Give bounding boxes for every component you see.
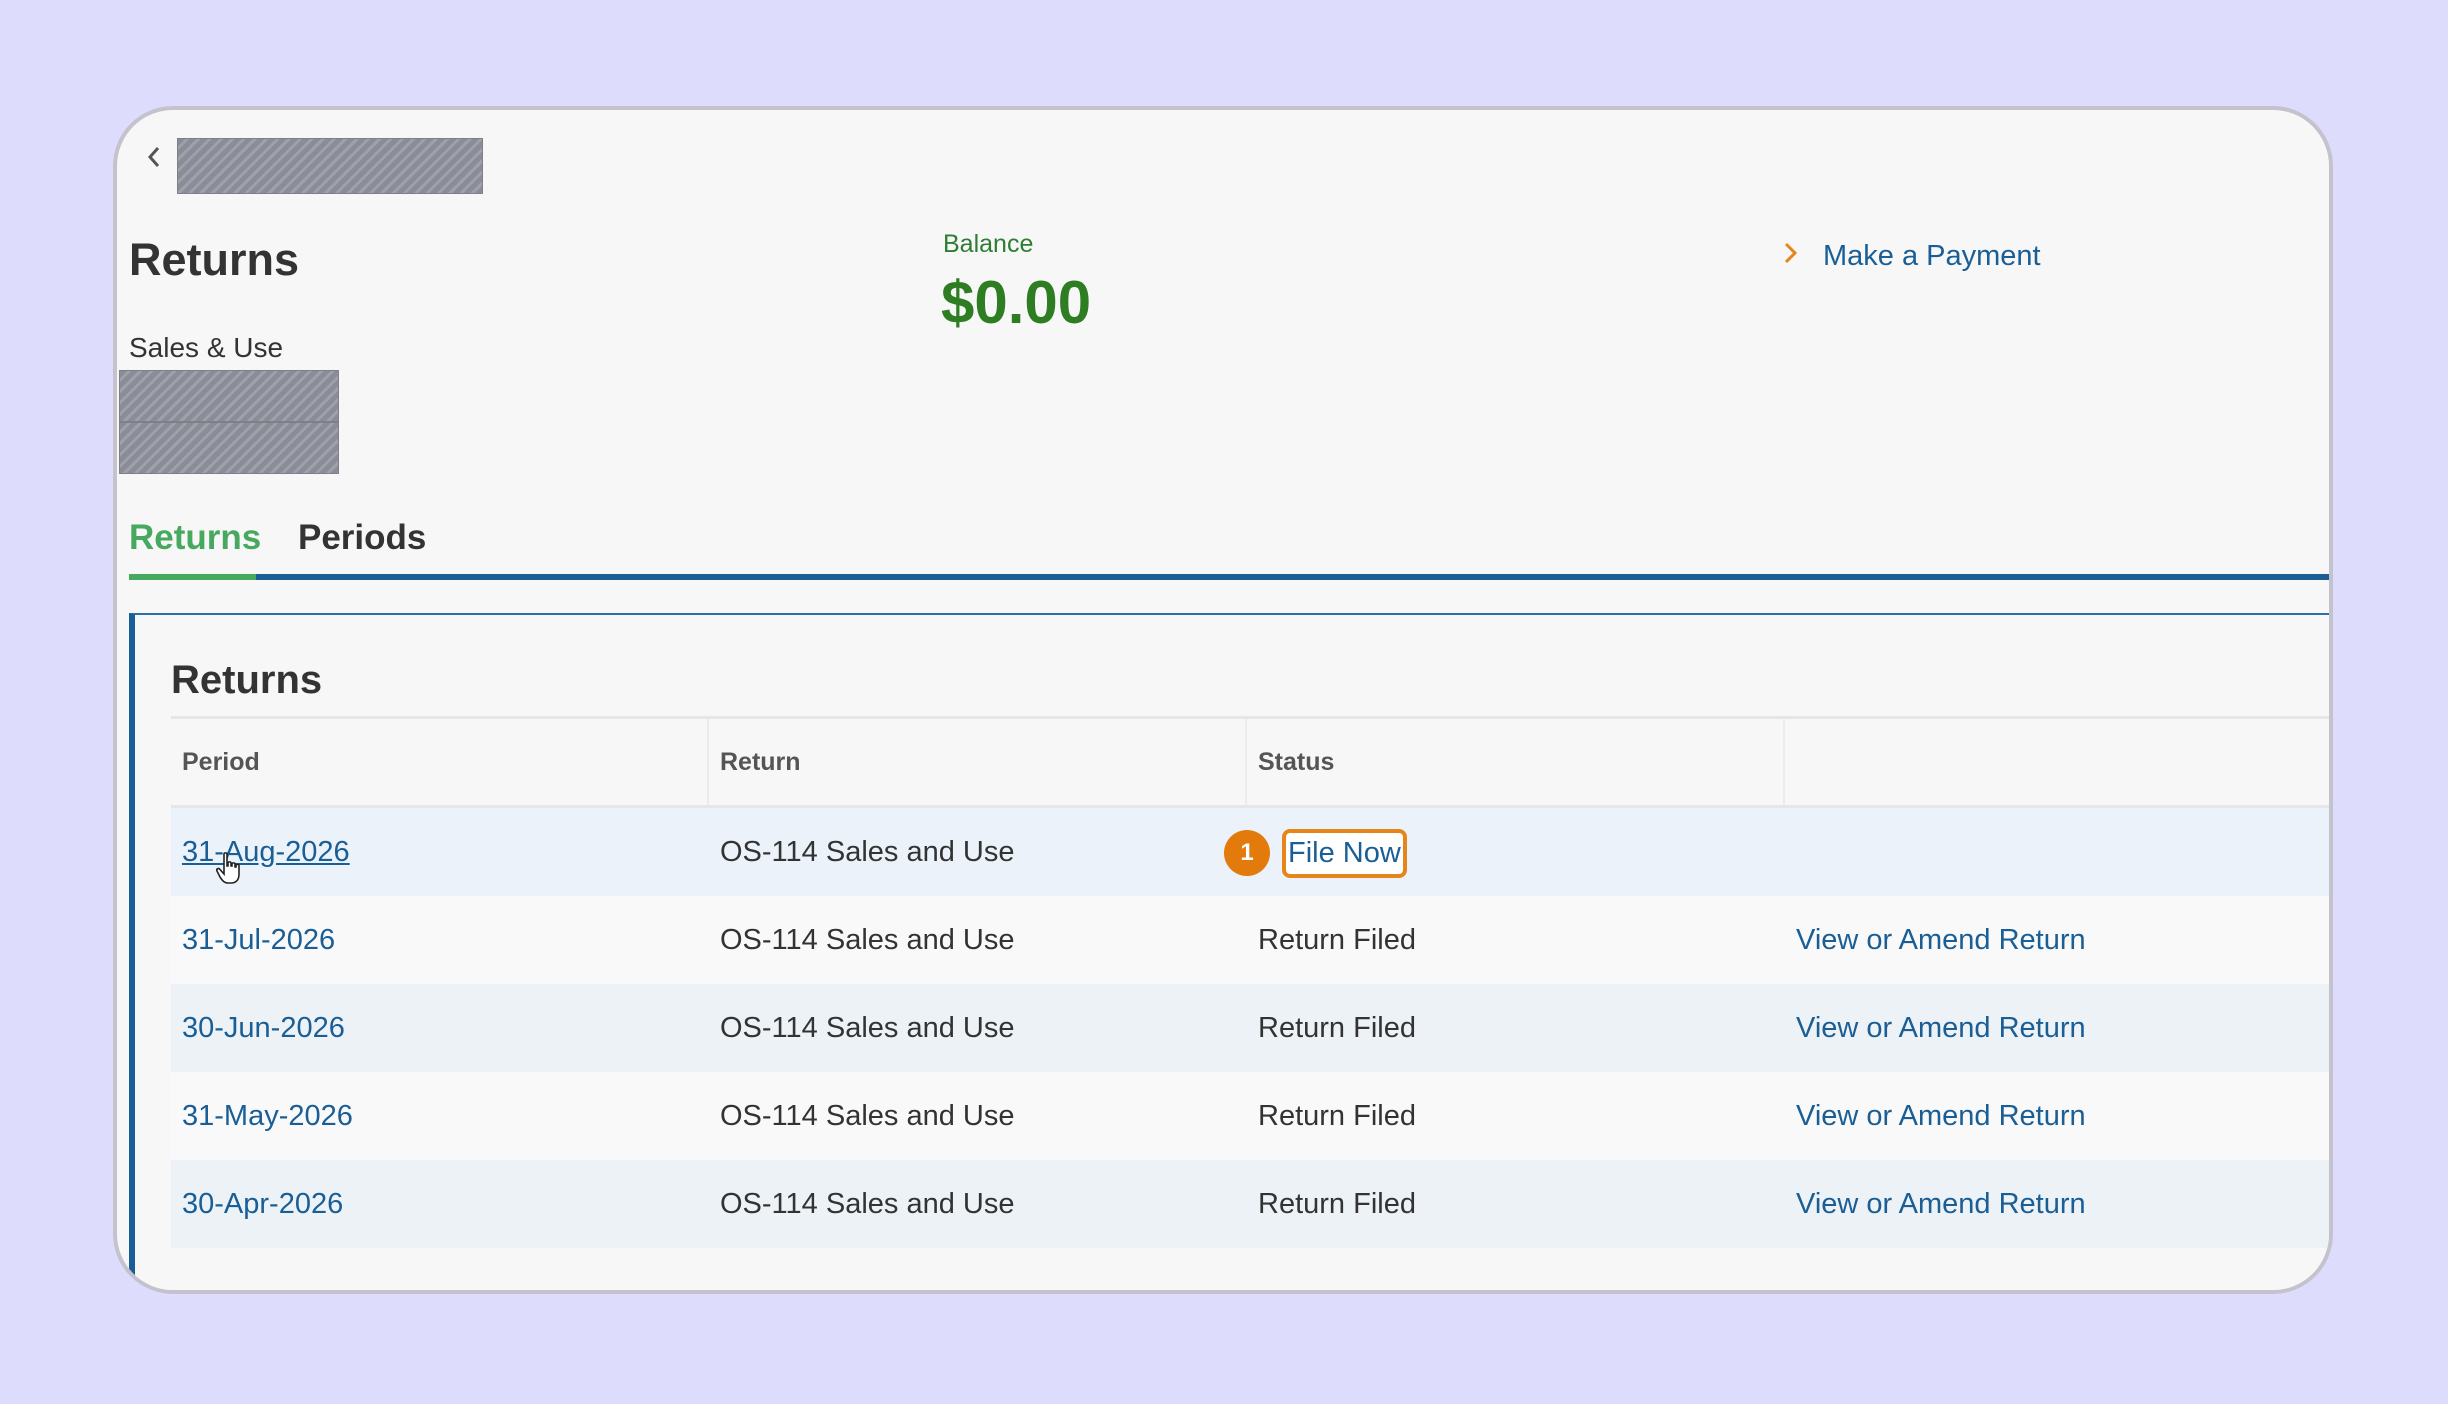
table-row: 30-Apr-2026 OS-114 Sales and Use Return … bbox=[171, 1160, 2329, 1248]
return-cell: OS-114 Sales and Use bbox=[720, 923, 1015, 956]
app-window: Returns Sales & Use Balance $0.00 Make a… bbox=[113, 106, 2333, 1294]
redacted-account-id bbox=[119, 370, 339, 422]
back-button[interactable] bbox=[141, 144, 167, 170]
view-amend-return-link[interactable]: View or Amend Return bbox=[1796, 1188, 2086, 1220]
period-link[interactable]: 31-Jul-2026 bbox=[182, 924, 335, 956]
column-header-period: Period bbox=[171, 719, 709, 805]
tab-returns[interactable]: Returns bbox=[129, 518, 261, 572]
chevron-right-icon[interactable] bbox=[1777, 238, 1803, 268]
returns-panel-title: Returns bbox=[171, 658, 323, 702]
chevron-left-icon bbox=[147, 147, 160, 167]
view-amend-return-link[interactable]: View or Amend Return bbox=[1796, 1012, 2086, 1044]
table-row: 30-Jun-2026 OS-114 Sales and Use Return … bbox=[171, 984, 2329, 1072]
table-header: Period Return Status bbox=[171, 719, 2329, 808]
table-row: 31-Jul-2026 OS-114 Sales and Use Return … bbox=[171, 896, 2329, 984]
period-link[interactable]: 31-Aug-2026 bbox=[182, 836, 350, 868]
returns-table: Period Return Status 31-Aug-2026 OS-114 … bbox=[171, 716, 2329, 1248]
return-cell: OS-114 Sales and Use bbox=[720, 1099, 1015, 1132]
return-cell: OS-114 Sales and Use bbox=[720, 1187, 1015, 1220]
status-cell: Return Filed bbox=[1258, 1099, 1416, 1132]
return-cell: OS-114 Sales and Use bbox=[720, 835, 1015, 868]
balance-value: $0.00 bbox=[941, 269, 1092, 336]
table-row: 31-Aug-2026 OS-114 Sales and Use 1 File … bbox=[171, 808, 2329, 896]
column-header-return: Return bbox=[709, 719, 1247, 805]
redacted-business-name bbox=[177, 138, 483, 194]
file-now-button[interactable]: File Now bbox=[1282, 829, 1407, 878]
status-cell: Return Filed bbox=[1258, 1011, 1416, 1044]
column-header-status: Status bbox=[1247, 719, 1785, 805]
column-header-action bbox=[1785, 719, 2329, 805]
tax-type-label: Sales & Use bbox=[129, 332, 284, 363]
step-number-badge: 1 bbox=[1224, 830, 1270, 876]
tab-bar-divider bbox=[256, 574, 2329, 580]
balance-label: Balance bbox=[943, 230, 1034, 258]
redacted-account-detail bbox=[119, 422, 339, 474]
view-amend-return-link[interactable]: View or Amend Return bbox=[1796, 924, 2086, 956]
table-row: 31-May-2026 OS-114 Sales and Use Return … bbox=[171, 1072, 2329, 1160]
period-link[interactable]: 31-May-2026 bbox=[182, 1100, 353, 1132]
make-payment-link[interactable]: Make a Payment bbox=[1823, 240, 2041, 273]
hand-cursor-icon bbox=[215, 852, 240, 884]
tab-periods[interactable]: Periods bbox=[298, 518, 426, 572]
status-cell: Return Filed bbox=[1258, 923, 1416, 956]
active-tab-indicator bbox=[129, 574, 256, 580]
page-title: Returns bbox=[129, 234, 300, 285]
period-link[interactable]: 30-Apr-2026 bbox=[182, 1188, 343, 1220]
view-amend-return-link[interactable]: View or Amend Return bbox=[1796, 1100, 2086, 1132]
return-cell: OS-114 Sales and Use bbox=[720, 1011, 1015, 1044]
status-cell: Return Filed bbox=[1258, 1187, 1416, 1220]
period-link[interactable]: 30-Jun-2026 bbox=[182, 1012, 345, 1044]
